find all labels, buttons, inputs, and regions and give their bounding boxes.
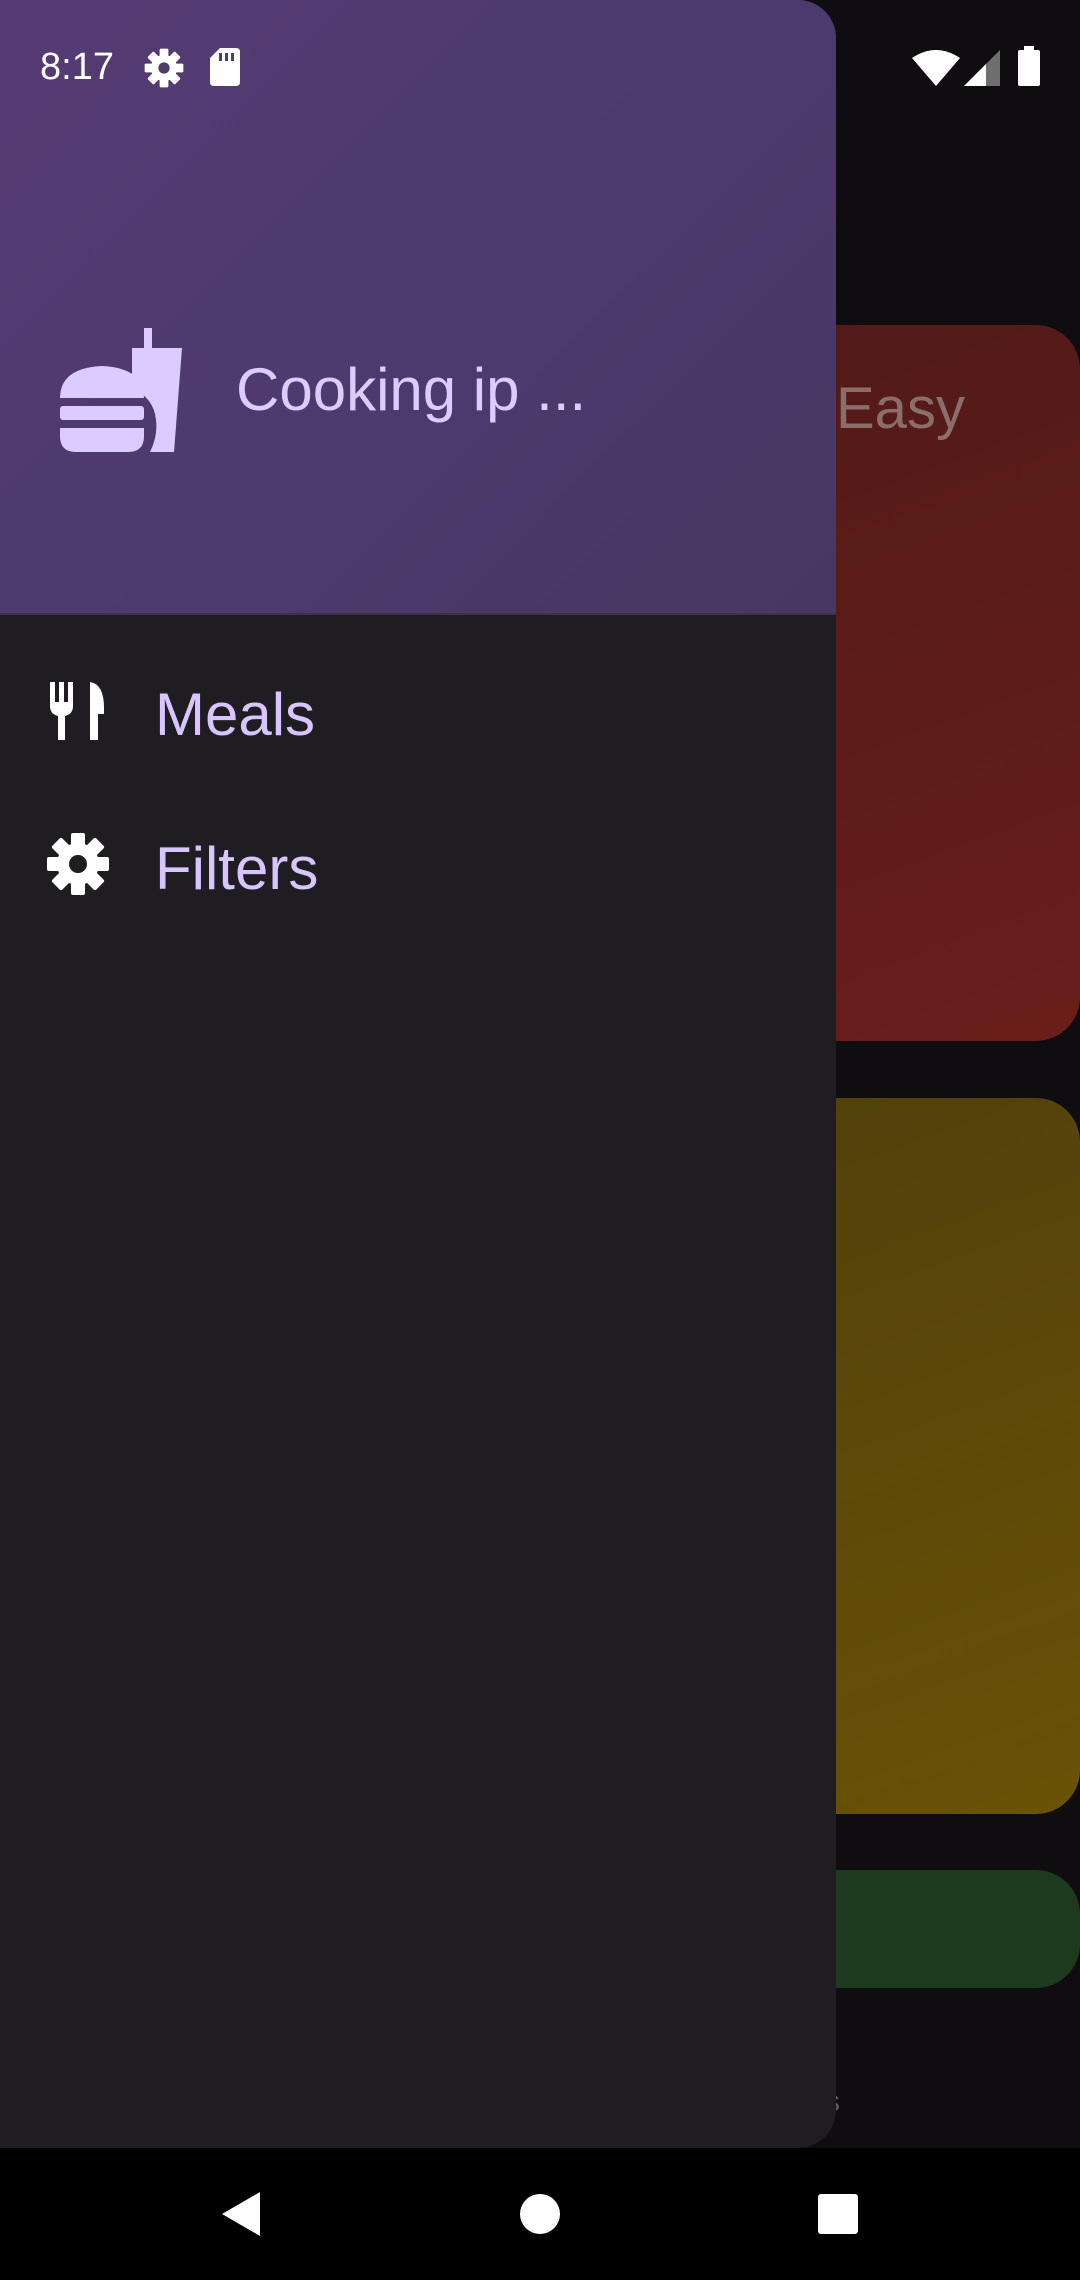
- battery-icon: [1018, 46, 1040, 86]
- settings-icon: [47, 833, 109, 895]
- app-title: Cooking ip ...: [236, 356, 587, 423]
- status-bar: 8:17: [0, 0, 1080, 140]
- drawer-item-label: Filters: [155, 835, 319, 902]
- drawer-item-filters[interactable]: Filters: [0, 802, 836, 932]
- burger-drink-icon: [60, 328, 182, 452]
- recents-icon[interactable]: [806, 2182, 870, 2246]
- drawer-item-meals[interactable]: Meals: [0, 648, 836, 778]
- restaurant-icon: [50, 682, 104, 740]
- home-icon[interactable]: [508, 2182, 572, 2246]
- system-navigation-bar: [0, 2148, 1080, 2280]
- navigation-drawer: Cooking ip ... Meals Filters: [0, 0, 836, 2148]
- card-title: Easy: [836, 376, 965, 441]
- wifi-icon: [912, 50, 960, 86]
- back-icon[interactable]: [210, 2182, 274, 2246]
- settings-icon: [144, 48, 184, 88]
- status-time: 8:17: [40, 46, 114, 88]
- signal-icon: [964, 50, 1000, 86]
- drawer-item-label: Meals: [155, 681, 316, 748]
- sd-card-icon: [210, 48, 240, 86]
